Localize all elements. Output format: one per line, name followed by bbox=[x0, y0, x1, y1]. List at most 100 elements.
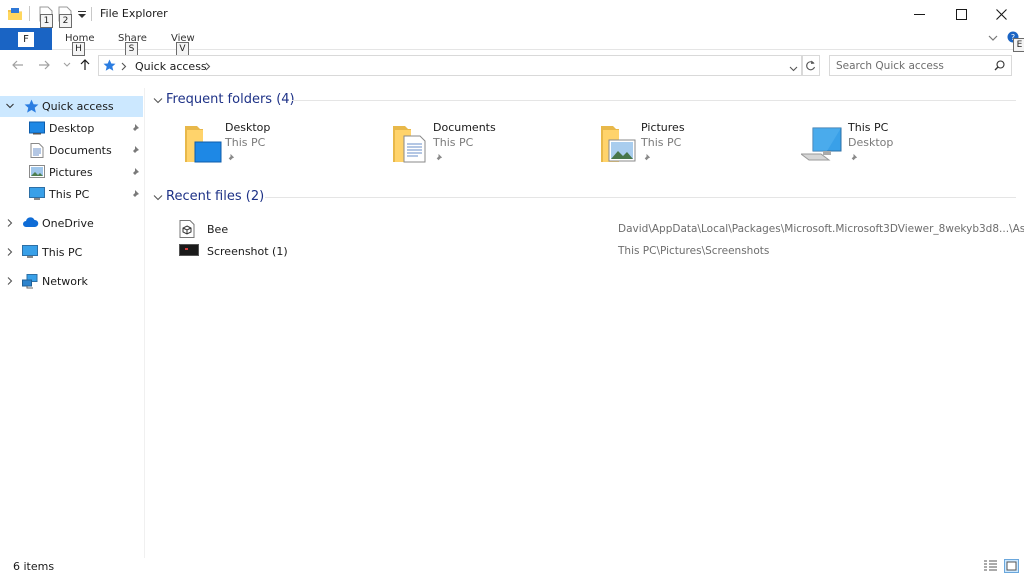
expand-ribbon-icon[interactable] bbox=[988, 32, 998, 45]
keytip-2: 2 bbox=[59, 14, 72, 28]
nav-label: OneDrive bbox=[42, 217, 94, 230]
nav-label: Pictures bbox=[49, 166, 93, 179]
star-icon bbox=[24, 99, 40, 114]
list-item[interactable]: Screenshot (1) This PC\Pictures\Screensh… bbox=[175, 241, 1020, 261]
section-title: Frequent folders (4) bbox=[166, 92, 295, 107]
pictures-folder-icon bbox=[599, 122, 641, 164]
customize-toolbar-icon[interactable] bbox=[78, 9, 86, 22]
nav-label: Quick access bbox=[42, 100, 114, 113]
file-path: David\AppData\Local\Packages\Microsoft.M… bbox=[618, 223, 1024, 235]
folder-name: Desktop bbox=[225, 121, 271, 134]
address-bar[interactable]: Quick access bbox=[98, 55, 803, 76]
frequent-folders-header[interactable]: Frequent folders (4) bbox=[150, 91, 1016, 109]
folder-name: Pictures bbox=[641, 121, 685, 134]
nav-item-documents[interactable]: Documents bbox=[0, 140, 143, 161]
back-button[interactable] bbox=[9, 56, 27, 74]
folder-tile-this-pc[interactable]: This PC Desktop bbox=[799, 118, 1001, 170]
computer-icon bbox=[22, 245, 38, 260]
close-icon bbox=[995, 8, 1007, 20]
keytip-1: 1 bbox=[40, 14, 53, 28]
3d-object-icon bbox=[179, 220, 197, 238]
address-dropdown-icon[interactable] bbox=[789, 62, 798, 75]
file-path: This PC\Pictures\Screenshots bbox=[618, 245, 770, 257]
nav-item-this-pc[interactable]: This PC bbox=[0, 242, 143, 263]
pin-icon bbox=[130, 189, 140, 199]
search-box[interactable] bbox=[829, 55, 1012, 76]
chevron-down-icon bbox=[63, 62, 71, 67]
ribbon-tabs: F Home H Share S View V ? E bbox=[0, 28, 1024, 56]
forward-button[interactable] bbox=[35, 56, 53, 74]
folder-tile-pictures[interactable]: Pictures This PC bbox=[599, 118, 799, 170]
window-title: File Explorer bbox=[100, 7, 168, 20]
nav-item-quick-access[interactable]: Quick access bbox=[0, 96, 143, 117]
breadcrumb-chevron-icon[interactable] bbox=[205, 61, 211, 74]
back-arrow-icon bbox=[12, 60, 23, 70]
up-button[interactable] bbox=[76, 56, 94, 74]
computer-icon bbox=[29, 187, 45, 202]
pin-icon bbox=[226, 152, 235, 162]
chevron-right-icon[interactable] bbox=[5, 276, 15, 286]
keytip-help: E bbox=[1013, 38, 1024, 52]
folder-location: This PC bbox=[225, 136, 266, 149]
network-icon bbox=[22, 274, 38, 289]
pin-icon bbox=[642, 152, 651, 162]
chevron-down-icon[interactable] bbox=[153, 192, 163, 205]
refresh-icon bbox=[806, 60, 816, 71]
folder-tile-desktop[interactable]: Desktop This PC bbox=[183, 118, 383, 170]
nav-label: Documents bbox=[49, 144, 112, 157]
recent-locations-button[interactable] bbox=[58, 56, 76, 74]
large-icons-view-icon[interactable] bbox=[1004, 559, 1019, 573]
status-bar: 6 items bbox=[0, 557, 1024, 577]
file-tab[interactable]: F bbox=[0, 28, 52, 50]
folder-tile-documents[interactable]: Documents This PC bbox=[391, 118, 591, 170]
nav-item-desktop[interactable]: Desktop bbox=[0, 118, 143, 139]
nav-label: Network bbox=[42, 275, 88, 288]
pin-icon bbox=[130, 167, 140, 177]
computer-icon bbox=[799, 122, 843, 164]
address-row: Quick access bbox=[0, 54, 1024, 76]
breadcrumb-chevron-icon[interactable] bbox=[121, 61, 127, 74]
quick-access-star-icon bbox=[103, 59, 116, 75]
image-file-icon bbox=[179, 243, 199, 261]
minimize-button[interactable] bbox=[896, 0, 942, 28]
details-view-icon[interactable] bbox=[983, 559, 998, 573]
documents-folder-icon bbox=[391, 122, 433, 164]
chevron-down-icon[interactable] bbox=[5, 101, 15, 111]
chevron-down-icon[interactable] bbox=[153, 95, 163, 108]
nav-item-this-pc-pinned[interactable]: This PC bbox=[0, 184, 143, 205]
close-button[interactable] bbox=[978, 0, 1024, 28]
file-name: Screenshot (1) bbox=[207, 245, 288, 258]
up-arrow-icon bbox=[80, 59, 90, 70]
refresh-button[interactable] bbox=[801, 55, 820, 76]
pin-icon bbox=[130, 123, 140, 133]
nav-item-pictures[interactable]: Pictures bbox=[0, 162, 143, 183]
minimize-icon bbox=[913, 13, 925, 15]
title-bar: 1 2 File Explorer bbox=[0, 0, 1024, 28]
item-count: 6 items bbox=[13, 560, 55, 573]
section-divider bbox=[265, 197, 1016, 198]
file-name: Bee bbox=[207, 223, 229, 236]
maximize-icon bbox=[955, 8, 967, 20]
cloud-icon bbox=[22, 216, 39, 231]
desktop-folder-icon bbox=[183, 122, 225, 164]
toolbar-divider bbox=[29, 6, 30, 21]
keytip-file: F bbox=[18, 31, 34, 47]
breadcrumb-quick-access[interactable]: Quick access bbox=[135, 60, 207, 73]
nav-item-network[interactable]: Network bbox=[0, 271, 143, 292]
file-explorer-icon[interactable] bbox=[7, 6, 23, 22]
nav-item-onedrive[interactable]: OneDrive bbox=[0, 213, 143, 234]
folder-location: Desktop bbox=[848, 136, 894, 149]
list-item[interactable]: Bee David\AppData\Local\Packages\Microso… bbox=[175, 219, 1024, 239]
folder-location: This PC bbox=[641, 136, 682, 149]
search-icon[interactable] bbox=[994, 60, 1005, 74]
search-input[interactable] bbox=[836, 58, 986, 73]
recent-files-header[interactable]: Recent files (2) bbox=[150, 188, 1016, 206]
chevron-right-icon[interactable] bbox=[5, 218, 15, 228]
nav-label: This PC bbox=[49, 188, 90, 201]
folder-location: This PC bbox=[433, 136, 474, 149]
forward-arrow-icon bbox=[39, 60, 50, 70]
desktop-icon bbox=[29, 121, 45, 136]
pin-icon bbox=[434, 152, 443, 162]
chevron-right-icon[interactable] bbox=[5, 247, 15, 257]
documents-icon bbox=[30, 143, 46, 158]
